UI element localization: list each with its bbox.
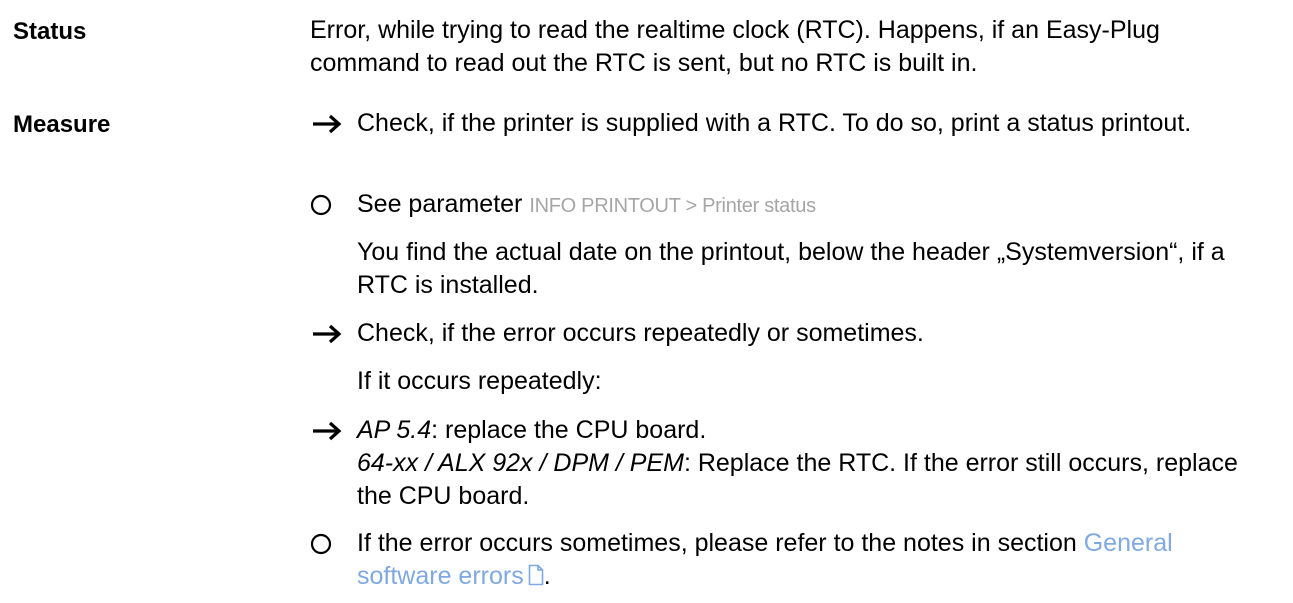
hollow-circle-icon [310, 188, 350, 221]
step-text: Check, if the error occurs repeatedly or… [357, 319, 924, 347]
ap-model: AP 5.4 [357, 416, 432, 444]
status-text: Error, while trying to read the realtime… [310, 16, 1160, 77]
measure-label: Measure [13, 111, 111, 138]
right-arrow-icon [310, 414, 350, 447]
hollow-circle-icon [310, 527, 350, 560]
sometimes-suffix: . [543, 562, 551, 590]
status-label: Status [13, 18, 87, 45]
right-arrow-icon [310, 107, 350, 140]
manual-page: Status Error, while trying to read the r… [0, 0, 1293, 603]
ap-action: : replace the CPU board. [431, 416, 707, 444]
other-models: 64-xx / ALX 92x / DPM / PEM [357, 449, 684, 477]
sometimes-prefix: If the error occurs sometimes, please re… [357, 529, 1077, 557]
document-icon[interactable] [528, 562, 544, 595]
actual-date-note: You find the actual date on the printout… [357, 238, 1225, 299]
step-text: See parameter INFO PRINTOUT > Printer st… [357, 188, 1267, 223]
right-arrow-icon [310, 317, 350, 350]
step-text: If the error occurs sometimes, please re… [357, 527, 1267, 595]
parameter-path: INFO PRINTOUT > Printer status [529, 195, 816, 217]
step-text: AP 5.4: replace the CPU board. 64-xx / AL… [357, 414, 1267, 513]
if-repeated-text: If it occurs repeatedly: [357, 367, 602, 395]
step-text: Check, if the printer is supplied with a… [357, 109, 1192, 137]
see-parameter-prefix: See parameter [357, 190, 523, 218]
